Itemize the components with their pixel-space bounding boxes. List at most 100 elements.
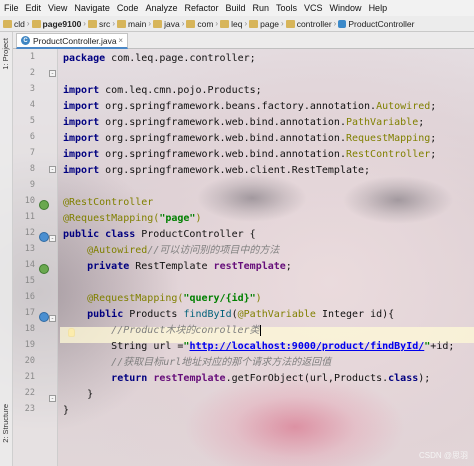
code-line: return restTemplate.getForObject(url,Pro… (111, 373, 431, 384)
tool-window-strip: 1: Project 2: Structure (0, 32, 13, 466)
code-line: @RestController (63, 197, 154, 208)
code-line: import org.springframework.beans.factory… (63, 101, 437, 112)
fold-marker-icon[interactable]: - (49, 395, 56, 402)
menu-analyze[interactable]: Analyze (145, 3, 177, 13)
tab-label: ProductController.java (33, 35, 117, 46)
class-file-icon (338, 19, 347, 28)
menu-view[interactable]: View (48, 3, 67, 13)
line-number: 3 (29, 84, 35, 94)
line-number: 17 (24, 308, 35, 318)
code-line: import org.springframework.web.bind.anno… (63, 133, 437, 144)
editor-gutter: 1 2 3 4 5 6 7 8 9 10 11 12 13 14 15 16 1… (13, 49, 75, 466)
menu-help[interactable]: Help (369, 3, 388, 13)
folder-icon (285, 19, 295, 28)
line-number: 5 (29, 116, 35, 126)
menu-navigate[interactable]: Navigate (74, 3, 110, 13)
line-number: 20 (24, 356, 35, 366)
code-line: String url ="http://localhost:9000/produ… (111, 341, 455, 352)
breadcrumb-item[interactable]: src › (87, 19, 115, 29)
menu-refactor[interactable]: Refactor (184, 3, 218, 13)
breadcrumb-item[interactable]: controller › (285, 19, 336, 29)
web-endpoint-icon[interactable] (39, 312, 49, 322)
fold-marker-icon[interactable]: - (49, 315, 56, 322)
code-line: //Product木块的conroller类 (111, 324, 261, 336)
line-number: 4 (29, 100, 35, 110)
code-line: import org.springframework.web.client.Re… (63, 165, 371, 176)
breadcrumb-item[interactable]: cld › (3, 19, 30, 29)
menu-window[interactable]: Window (330, 3, 362, 13)
code-line: import org.springframework.web.bind.anno… (63, 117, 425, 128)
folder-icon (220, 19, 230, 28)
menu-build[interactable]: Build (225, 3, 245, 13)
menu-run[interactable]: Run (253, 3, 270, 13)
line-number: 2 (29, 68, 35, 78)
tab-product-controller[interactable]: C ProductController.java × (16, 33, 128, 49)
line-number: 10 (24, 196, 35, 206)
menu-code[interactable]: Code (117, 3, 139, 13)
line-number: 18 (24, 324, 35, 334)
breadcrumb-item[interactable]: ProductController (338, 19, 414, 29)
fold-marker-icon[interactable]: - (49, 235, 56, 242)
line-number: 23 (24, 404, 35, 414)
fold-marker-icon[interactable]: - (49, 70, 56, 77)
folder-icon (153, 19, 163, 28)
code-line: import com.leq.cmn.pojo.Products; (63, 85, 262, 96)
menu-edit[interactable]: Edit (26, 3, 42, 13)
folder-icon (249, 19, 259, 28)
code-line: } (87, 389, 94, 400)
project-tool-button[interactable]: 1: Project (1, 38, 12, 70)
folder-icon (116, 19, 126, 28)
folder-icon (87, 19, 97, 28)
code-line: public class ProductController { (63, 229, 256, 240)
folder-icon (186, 19, 196, 28)
spring-bean-icon[interactable] (39, 200, 49, 210)
breadcrumb-item[interactable]: leq › (220, 19, 247, 29)
line-number: 8 (29, 164, 35, 174)
line-number: 19 (24, 340, 35, 350)
fold-marker-icon[interactable]: - (49, 166, 56, 173)
close-icon[interactable]: × (118, 36, 123, 45)
menu-vcs[interactable]: VCS (304, 3, 323, 13)
watermark: CSDN @思羽 (418, 451, 468, 460)
code-line: import org.springframework.web.bind.anno… (63, 149, 437, 160)
menu-file[interactable]: File (4, 3, 19, 13)
menu-bar: File Edit View Navigate Code Analyze Ref… (0, 0, 474, 16)
breadcrumb-item[interactable]: main › (116, 19, 151, 29)
code-line: @RequestMapping("page") (63, 213, 202, 224)
line-number: 12 (24, 228, 35, 238)
line-number: 21 (24, 372, 35, 382)
code-line: //获取目标url地址对应的那个请求方法的返回值 (111, 357, 332, 368)
code-editor[interactable]: package com.leq.page.controller; import … (60, 49, 474, 466)
code-line: public Products findById(@PathVariable I… (87, 309, 395, 320)
line-number: 9 (29, 180, 35, 190)
line-number: 22 (24, 388, 35, 398)
structure-tool-button[interactable]: 2: Structure (1, 404, 12, 443)
breadcrumb-item[interactable]: java › (153, 19, 184, 29)
line-number: 1 (29, 52, 35, 62)
code-line: @Autowired//可以访问别的项目中的方法 (87, 245, 280, 256)
code-line: package com.leq.page.controller; (63, 53, 256, 64)
breadcrumb: cld › page9100 › src › main › java › com › leq… (0, 16, 474, 32)
line-number: 7 (29, 148, 35, 158)
web-endpoint-icon[interactable] (39, 232, 49, 242)
code-line: } (63, 405, 70, 416)
folder-icon (3, 19, 12, 28)
code-line: private RestTemplate restTemplate; (87, 261, 292, 272)
line-number: 16 (24, 292, 35, 302)
breadcrumb-item[interactable]: page9100 › (31, 19, 86, 29)
class-icon: C (21, 36, 30, 45)
breadcrumb-item[interactable]: com › (186, 19, 218, 29)
line-number: 6 (29, 132, 35, 142)
line-number: 15 (24, 276, 35, 286)
text-caret (259, 324, 261, 336)
menu-tools[interactable]: Tools (276, 3, 297, 13)
url-link[interactable]: http://localhost:9000/product/findById/ (189, 341, 424, 352)
folder-icon (31, 19, 41, 28)
code-line: @RequestMapping("query/{id}") (87, 293, 262, 304)
line-number: 11 (24, 212, 35, 222)
autowired-bean-icon[interactable] (39, 264, 49, 274)
line-number: 14 (24, 260, 35, 270)
line-number: 13 (24, 244, 35, 254)
editor-tab-bar: C ProductController.java × (13, 32, 474, 49)
breadcrumb-item[interactable]: page › (249, 19, 284, 29)
